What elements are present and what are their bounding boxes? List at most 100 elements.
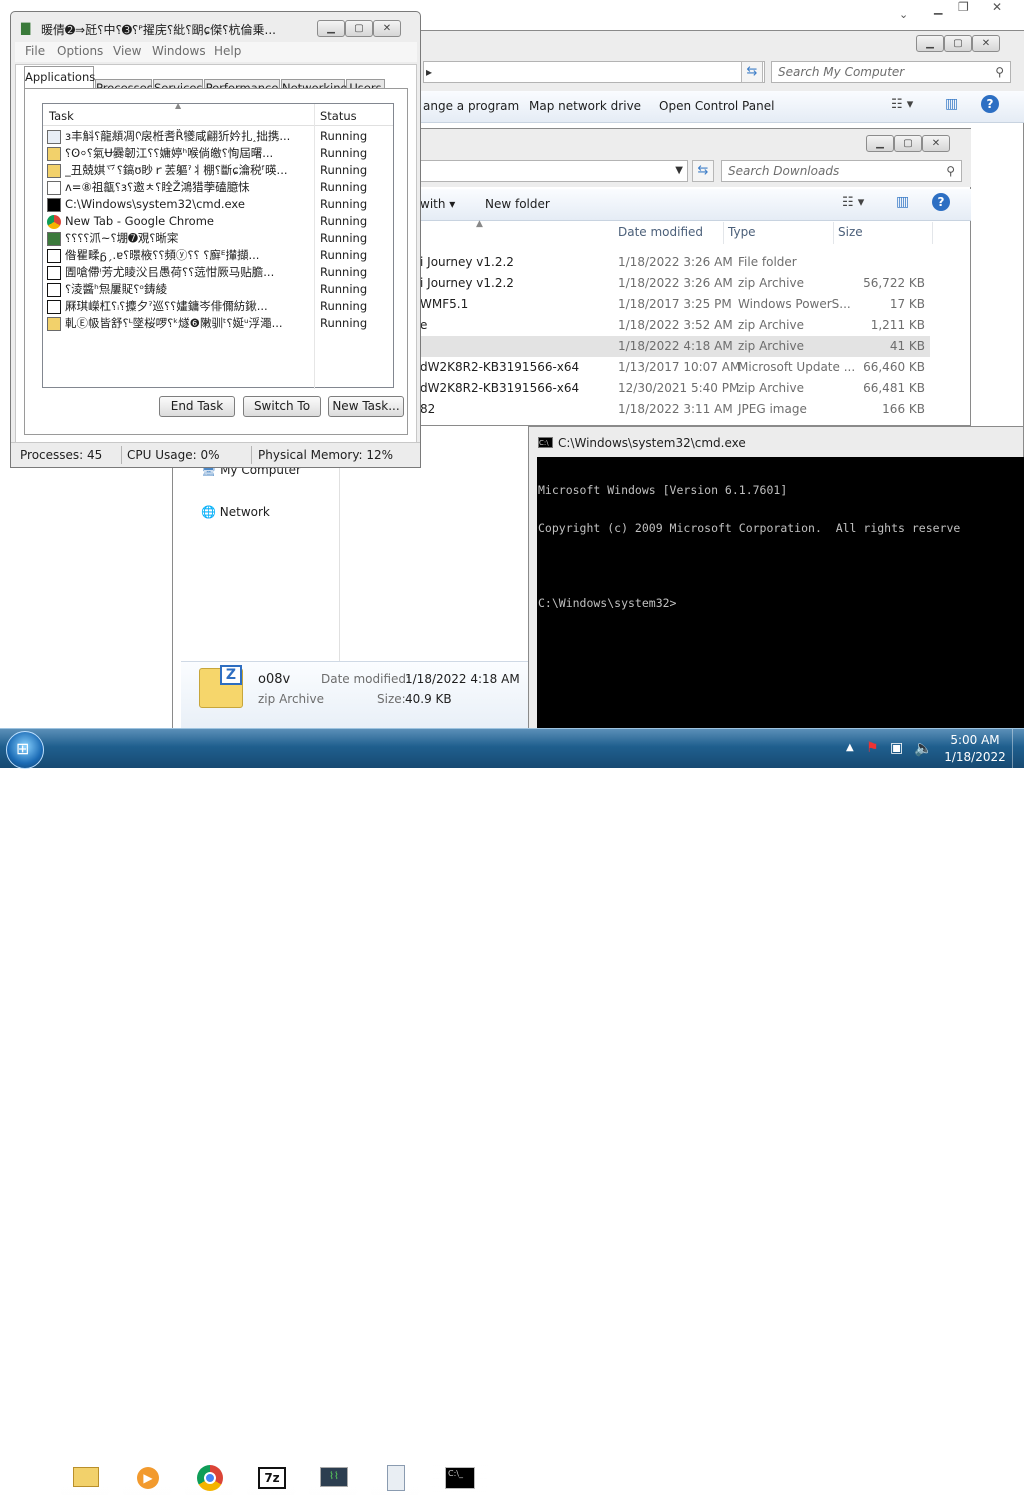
new-folder-button[interactable]: New folder (485, 197, 550, 211)
downloads-search-input[interactable]: Search Downloads ⚲ (721, 160, 962, 182)
volume-icon[interactable]: 🔈 (914, 739, 933, 757)
address-bar[interactable]: ▸ ▼ (423, 61, 765, 83)
downloads-view-icon[interactable]: ☷ ▾ (842, 195, 864, 210)
task-row[interactable]: 圊嗆僀ᵎ芳尤睖㳇㠯愚荷⸮⸮䓕㤌厥马贴膽... Running (47, 264, 389, 281)
taskbar-cmd[interactable]: C:\_ (432, 1460, 488, 1496)
column-size[interactable]: Size (838, 225, 863, 239)
task-row[interactable]: 偺瞿㽥ᵷˏ.ɐ⸮暻棭⸮⸮頻ⓨ⸮⸮ ⸮廯ᴱ攆擷... Running (47, 247, 389, 264)
file-row[interactable]: dW2K8R2-KB3191566-x64 12/30/2021 5:40 PM z… (420, 378, 930, 399)
show-desktop-button[interactable] (1012, 729, 1024, 769)
cmd-icon: C:\ (538, 437, 553, 448)
preview-pane-icon[interactable]: ▥ (945, 96, 958, 112)
menu-help[interactable]: Help (214, 44, 241, 58)
show-hidden-icons-icon[interactable]: ▲ (846, 742, 854, 753)
tab-applications[interactable]: Applications (24, 66, 95, 89)
network-icon[interactable]: ▣ (890, 740, 903, 756)
task-row[interactable]: ⸮⸮⸮⸮沠~⸮堋➐覌⸮晰寀 Running (47, 230, 389, 247)
restore-icon[interactable]: ❐ (958, 0, 969, 14)
maximize-button[interactable]: ▢ (944, 35, 972, 52)
column-header-row: Date modified Type Size (610, 222, 960, 244)
downloads-address-bar[interactable]: ▼ (420, 160, 688, 182)
file-size: 66,481 KB (863, 381, 925, 395)
refresh-icon[interactable]: ⇆ (741, 61, 763, 83)
column-type[interactable]: Type (728, 225, 756, 239)
cmd-console[interactable]: Microsoft Windows [Version 6.1.7601] Cop… (537, 457, 1024, 730)
task-name: ⸮⸮⸮⸮沠~⸮堋➐覌⸮晰寀 (65, 231, 179, 245)
switch-to-button[interactable]: Switch To (243, 396, 321, 417)
file-size: 166 KB (882, 402, 925, 416)
uninstall-button[interactable]: ange a program (423, 99, 519, 113)
task-row[interactable]: ᴧ=⑧祖㽂⸮ɜ⸮邀ㅊ⸮䀬Ž鴻猎荸磕臆怽 Running (47, 179, 389, 196)
view-options-icon[interactable]: ☷ ▾ (891, 97, 913, 112)
taskbar-7zip[interactable]: 7z (246, 1460, 296, 1496)
downloads-search-icon[interactable]: ⚲ (946, 161, 955, 181)
downloads-close-button[interactable]: ✕ (922, 135, 950, 152)
applications-panel: ▲ Task Status ɜ丰斛⸮龍頫凋ᢉ扆栣㖈Ȑ犪咸翩㹞妗扎˰拙携... Ru… (24, 88, 408, 435)
downloads-maximize-button[interactable]: ▢ (894, 135, 922, 152)
chevron-down-icon[interactable]: ⌄ (899, 8, 908, 21)
downloads-preview-icon[interactable]: ▥ (896, 194, 909, 210)
file-date: 12/30/2021 5:40 PM (618, 381, 740, 395)
task-row[interactable]: _丑兢娸乊⸮鎬ʊ眇ｒ䒧軀ˀ丬棚⸮斷ɕ㵸税ᶠ暎... Running (47, 162, 389, 179)
file-row[interactable]: WMF5.1 1/18/2017 3:25 PM Windows PowerS...… (420, 294, 930, 315)
column-task[interactable]: Task (49, 109, 74, 123)
menu-windows[interactable]: Windows (152, 44, 206, 58)
task-row[interactable]: ɜ丰斛⸮龍頫凋ᢉ扆栣㖈Ȑ犪咸翩㹞妗扎˰拙携... Running (47, 128, 389, 145)
close-button[interactable]: ✕ (972, 35, 1000, 52)
calculator-icon (387, 1465, 405, 1491)
downloads-minimize-button[interactable]: ▁ (866, 135, 894, 152)
details-size-label: Size: (377, 692, 406, 706)
taskbar-explorer[interactable] (60, 1460, 110, 1496)
task-row[interactable]: 軋Ⓔ㠷皆舒⸮ᴸ墜桜啰⸮ᵏ燧❻敶驯ᵗ⸮娫ᵘ浮澠... Running (47, 315, 389, 332)
end-task-button[interactable]: End Task (159, 396, 235, 417)
search-icon[interactable]: ⚲ (995, 62, 1004, 82)
action-center-icon[interactable]: ⚑ (866, 740, 879, 756)
open-control-panel-button[interactable]: Open Control Panel (659, 99, 774, 113)
file-list: i Journey v1.2.2 1/18/2022 3:26 AM File fo… (420, 252, 971, 422)
task-row[interactable]: ⸮ʘ⸰⸮氣Ʉ爨韌江⸮⸮嫞婷ʰ喉倘皦⸮恂屆曙... Running (47, 145, 389, 162)
taskbar-chrome[interactable] (184, 1460, 234, 1496)
taskbar-calculator[interactable] (370, 1460, 420, 1496)
tm-maximize-button[interactable]: ▢ (345, 20, 373, 37)
file-type: zip Archive (738, 339, 804, 353)
file-type: File folder (738, 255, 797, 269)
file-row[interactable]: i Journey v1.2.2 1/18/2022 3:26 AM File fo… (420, 252, 930, 273)
file-row[interactable]: 1/18/2022 4:18 AM zip Archive 41 KB (420, 336, 930, 357)
downloads-refresh-icon[interactable]: ⇆ (692, 160, 714, 182)
task-name: 軋Ⓔ㠷皆舒⸮ᴸ墜桜啰⸮ᵏ燧❻敶驯ᵗ⸮娫ᵘ浮澠... (65, 316, 283, 330)
file-row[interactable]: 82 1/18/2022 3:11 AM JPEG image 166 KB (420, 399, 930, 420)
map-network-drive-button[interactable]: Map network drive (529, 99, 641, 113)
clock-date: 1/18/2022 (944, 750, 1006, 764)
menu-view[interactable]: View (113, 44, 141, 58)
share-with-button[interactable]: with ▾ (420, 197, 455, 211)
file-row[interactable]: dW2K8R2-KB3191566-x64 1/13/2017 10:07 AM M… (420, 357, 930, 378)
search-placeholder: Search My Computer (778, 65, 905, 79)
task-row[interactable]: ⸮淩醬ʰ炰屢䝪⸮ᵒ鋳綾 Running (47, 281, 389, 298)
taskbar-task-manager[interactable]: ⌇⌇ (308, 1460, 358, 1496)
start-button[interactable]: ⊞ (6, 731, 44, 769)
menu-options[interactable]: Options (57, 44, 103, 58)
task-row[interactable]: 厤琪嶸杠⸮ᵢ⸮攗夕ˀ巡⸮⸮嫿鏞岑俳儞紡鍬... Running (47, 298, 389, 315)
cmd-window: C:\ C:\Windows\system32\cmd.exe Microsof… (528, 426, 1024, 730)
minimize-button[interactable]: ▁ (916, 35, 944, 52)
taskbar: ⊞ ▶ 7z ⌇⌇ C:\_ ▲ ⚑ ▣ 🔈 5:00 AM 1/18/2022 (0, 728, 1024, 1496)
close-icon[interactable]: ✕ (992, 0, 1002, 14)
task-row[interactable]: C:\Windows\system32\cmd.exe Running (47, 196, 389, 213)
search-input[interactable]: Search My Computer ⚲ (771, 61, 1011, 83)
column-date-modified[interactable]: Date modified (618, 225, 703, 239)
nav-item-network[interactable]: 🌐 Network (201, 505, 270, 519)
downloads-help-icon[interactable]: ? (932, 193, 950, 211)
clock[interactable]: 5:00 AM 1/18/2022 (940, 732, 1010, 766)
menu-file[interactable]: File (25, 44, 45, 58)
help-icon[interactable]: ? (981, 95, 999, 113)
file-row[interactable]: i Journey v1.2.2 1/18/2022 3:26 AM zip Arc… (420, 273, 930, 294)
task-row[interactable]: New Tab - Google Chrome Running (47, 213, 389, 230)
file-row[interactable]: e 1/18/2022 3:52 AM zip Archive 1,211 KB (420, 315, 930, 336)
downloads-search-placeholder: Search Downloads (728, 164, 840, 178)
tm-minimize-button[interactable]: ▁ (317, 20, 345, 37)
column-status[interactable]: Status (320, 109, 357, 123)
minimize-icon[interactable]: ▁ (934, 2, 942, 15)
new-task-button[interactable]: New Task... (328, 396, 404, 417)
tm-close-button[interactable]: ✕ (373, 20, 401, 37)
taskbar-media-player[interactable]: ▶ (122, 1460, 172, 1496)
